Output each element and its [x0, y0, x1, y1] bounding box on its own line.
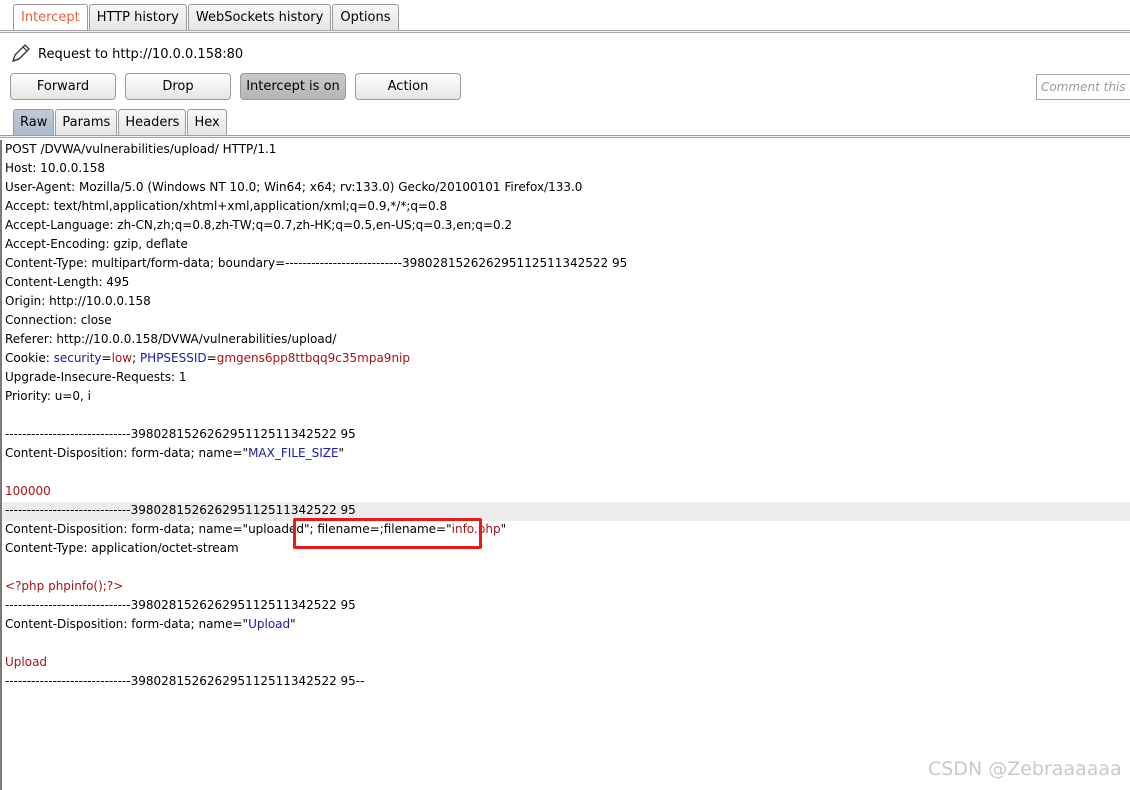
tab-websockets-history[interactable]: WebSockets history [187, 4, 332, 31]
request-text: POST /DVWA/vulnerabilities/upload/ HTTP/… [5, 140, 627, 691]
content-disposition-upload: Content-Disposition: form-data; name="Up… [5, 615, 627, 634]
action-button[interactable]: Action [355, 73, 461, 100]
highlight-annotation-box [293, 518, 482, 549]
content-disposition-max-file: Content-Disposition: form-data; name="MA… [5, 444, 627, 463]
cd-quote-3: " [290, 617, 296, 631]
cookie-eq: = [101, 351, 112, 365]
cd-prefix: Content-Disposition: form-data; name=" [5, 446, 249, 460]
cookie-eq-2: = [206, 351, 217, 365]
boundary-end-line: -----------------------------39802815262… [5, 674, 365, 688]
header-accept: Accept: text/html,application/xhtml+xml,… [5, 199, 448, 213]
php-payload: <?php phpinfo();?> [5, 579, 124, 593]
tab-raw[interactable]: Raw [13, 109, 55, 136]
top-tab-bar: Intercept HTTP history WebSockets histor… [0, 0, 1130, 33]
cookie-name-security: security [53, 351, 102, 365]
header-origin: Origin: http://10.0.0.158 [5, 294, 151, 308]
header-upgrade-insecure: Upgrade-Insecure-Requests: 1 [5, 370, 187, 384]
header-cookie: Cookie: security=low; PHPSESSID=gmgens6p… [5, 349, 627, 368]
sub-tab-divider [0, 135, 1130, 138]
header-accept-language: Accept-Language: zh-CN,zh;q=0.8,zh-TW;q=… [5, 218, 513, 232]
max-file-size-value: 100000 [5, 484, 51, 498]
message-view-tabs: Raw Params Headers Hex [13, 109, 228, 136]
request-target-row: Request to http://10.0.0.158:80 [10, 44, 243, 64]
cd-quote-2: " [500, 522, 507, 536]
cookie-value-security: low [111, 351, 133, 365]
cd-quote: " [338, 446, 345, 460]
cookie-prefix: Cookie: [5, 351, 54, 365]
boundary-line: -----------------------------39802815262… [5, 427, 356, 441]
tab-bar-divider [0, 30, 1130, 33]
request-target-label: Request to http://10.0.0.158:80 [38, 46, 244, 62]
forward-button[interactable]: Forward [10, 73, 116, 100]
pencil-icon[interactable] [10, 44, 32, 64]
cookie-value-phpsessid: gmgens6pp8ttbqq9c35mpa9nip [216, 351, 411, 365]
tab-headers[interactable]: Headers [118, 109, 187, 136]
comment-input[interactable]: Comment this ite [1036, 74, 1130, 100]
request-line: POST /DVWA/vulnerabilities/upload/ HTTP/… [5, 142, 277, 156]
tab-http-history[interactable]: HTTP history [88, 4, 187, 31]
raw-request-editor[interactable]: POST /DVWA/vulnerabilities/upload/ HTTP/… [0, 140, 1130, 790]
cd-uploaded-part-a: Content-Disposition: form-data; name="up… [5, 522, 310, 536]
tab-params[interactable]: Params [55, 109, 118, 136]
header-accept-encoding: Accept-Encoding: gzip, deflate [5, 237, 188, 251]
field-name-upload: Upload [248, 617, 291, 631]
cd-prefix-2: Content-Disposition: form-data; name=" [5, 617, 249, 631]
tab-intercept[interactable]: Intercept [13, 4, 88, 31]
watermark-text: CSDN @Zebraaaaaa [928, 758, 1122, 780]
cookie-sep: ; [132, 351, 140, 365]
field-name-max-file-size: MAX_FILE_SIZE [248, 446, 339, 460]
cookie-name-phpsessid: PHPSESSID [139, 351, 207, 365]
tab-hex[interactable]: Hex [187, 109, 227, 136]
tab-options[interactable]: Options [332, 4, 399, 31]
intercept-toggle-button[interactable]: Intercept is on [240, 73, 346, 100]
boundary-line: -----------------------------39802815262… [5, 598, 356, 612]
header-host: Host: 10.0.0.158 [5, 161, 106, 175]
header-referer: Referer: http://10.0.0.158/DVWA/vulnerab… [5, 332, 337, 346]
header-content-type: Content-Type: multipart/form-data; bound… [5, 256, 628, 270]
header-connection: Connection: close [5, 313, 112, 327]
drop-button[interactable]: Drop [125, 73, 231, 100]
upload-value: Upload [5, 655, 48, 669]
header-user-agent: User-Agent: Mozilla/5.0 (Windows NT 10.0… [5, 180, 583, 194]
header-priority: Priority: u=0, i [5, 389, 91, 403]
header-content-length: Content-Length: 495 [5, 275, 130, 289]
